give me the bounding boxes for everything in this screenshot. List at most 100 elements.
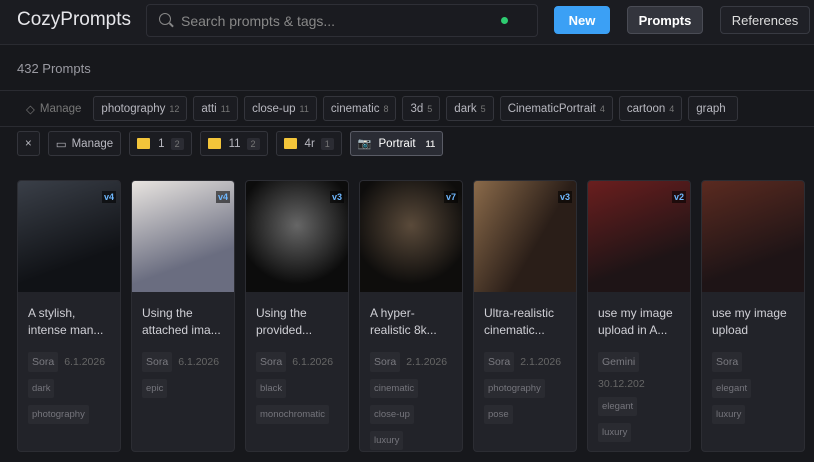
prompt-card[interactable]: v4 A stylish, intense man... Sora 6.1.2026 d… <box>17 180 121 452</box>
card-image[interactable]: v3 <box>474 181 576 292</box>
folder-icon <box>283 138 297 149</box>
folder-chip-portrait[interactable]: 📷 Portrait 11 <box>349 131 444 156</box>
tag-label: cinematic <box>330 102 380 115</box>
source-badge: Sora <box>256 352 287 372</box>
folder-chip[interactable]: 11 2 <box>199 131 268 156</box>
card-tag[interactable]: elegant <box>598 397 638 416</box>
tag-chip[interactable]: CinematicPortrait 4 <box>499 96 613 121</box>
card-tag[interactable]: luxury <box>598 423 632 442</box>
folder-chip[interactable]: 4r 1 <box>275 131 342 156</box>
card-tag[interactable]: luxury <box>712 405 746 424</box>
card-tag[interactable]: dark <box>28 379 55 398</box>
source-badge: Sora <box>712 352 743 372</box>
tag-label: close-up <box>252 102 296 115</box>
search-input[interactable] <box>181 11 481 31</box>
card-tag[interactable]: photography <box>28 405 89 424</box>
prompt-card[interactable]: v7 A hyper-realistic 8k... Sora 2.1.2026 cin… <box>359 180 463 452</box>
card-image[interactable]: v4 <box>18 181 120 292</box>
card-tag[interactable]: elegant <box>712 379 752 398</box>
app-logo[interactable]: CozyPrompts <box>17 9 131 31</box>
card-meta: Sora 6.1.2026 <box>18 352 120 372</box>
prompt-card[interactable]: v3 Ultra-realistic cinematic... Sora 2.1.20… <box>473 180 577 452</box>
card-meta: Sora 2.1.2026 <box>474 352 576 372</box>
folder-count: 1 <box>320 137 334 150</box>
card-title: A hyper-realistic 8k... <box>370 306 437 337</box>
prompts-button[interactable]: Prompts <box>627 6 703 34</box>
prompt-card[interactable]: v2 use my image upload in A... Gemini 30.12… <box>587 180 691 452</box>
tag-chip[interactable]: cinematic 8 <box>322 96 397 121</box>
references-button[interactable]: References <box>720 6 810 34</box>
card-date: 2.1.2026 <box>520 356 562 368</box>
tag-count: 8 <box>383 103 389 114</box>
card-meta: Sora 6.1.2026 <box>132 352 234 372</box>
card-tags: photography pose <box>474 372 576 424</box>
folder-bar: × ▭ Manage 1 2 11 2 4r 1 📷 Portrait 11 <box>0 131 814 156</box>
tag-icon: ◇ <box>26 103 35 116</box>
manage-tags-button[interactable]: ◇ Manage <box>20 96 87 121</box>
source-badge: Sora <box>28 352 59 372</box>
search-box[interactable] <box>146 4 538 37</box>
card-tags: black monochromatic <box>246 372 348 424</box>
source-badge: Sora <box>484 352 515 372</box>
tag-count: 4 <box>669 103 675 114</box>
prompt-count: 432 Prompts <box>17 61 91 76</box>
prompt-grid: v4 A stylish, intense man... Sora 6.1.2026 d… <box>17 180 807 452</box>
tag-chip[interactable]: 3d 5 <box>402 96 441 121</box>
card-title: Ultra-realistic cinematic... <box>484 306 555 337</box>
card-image[interactable]: v4 <box>132 181 234 292</box>
card-meta: Sora 6.1.2026 <box>246 352 348 372</box>
card-tag[interactable]: monochromatic <box>256 405 329 424</box>
card-title: use my image upload in A... <box>598 306 673 337</box>
version-badge: v3 <box>557 191 572 203</box>
camera-folder-icon: 📷 <box>357 138 372 150</box>
prompt-card[interactable]: use my image upload Sora elegant luxury <box>701 180 805 452</box>
tag-chip[interactable]: dark 5 <box>446 96 494 121</box>
card-meta: Sora 2.1.2026 <box>360 352 462 372</box>
card-tag[interactable]: black <box>256 379 287 398</box>
tag-chip[interactable]: graph <box>688 96 738 121</box>
card-image[interactable] <box>702 181 804 292</box>
card-tag[interactable]: luxury <box>370 431 404 450</box>
search-icon <box>159 13 171 25</box>
folder-label: 1 <box>158 137 165 150</box>
card-tags: epic <box>132 372 234 398</box>
manage-folders-button[interactable]: ▭ Manage <box>47 131 122 156</box>
card-title: use my image upload <box>712 306 787 337</box>
card-image[interactable]: v7 <box>360 181 462 292</box>
card-tag[interactable]: epic <box>142 379 168 398</box>
card-tag[interactable]: close-up <box>370 405 414 424</box>
folder-icon <box>207 138 221 149</box>
folder-count: 2 <box>170 137 184 150</box>
tag-chip[interactable]: cartoon 4 <box>618 96 683 121</box>
prompt-card[interactable]: v4 Using the attached ima... Sora 6.1.2026 e… <box>131 180 235 452</box>
card-tag[interactable]: pose <box>484 405 513 424</box>
version-badge: v2 <box>671 191 686 203</box>
card-image[interactable]: v3 <box>246 181 348 292</box>
card-title: A stylish, intense man... <box>28 306 104 337</box>
version-badge: v4 <box>215 191 230 203</box>
tag-chip[interactable]: close-up 11 <box>244 96 317 121</box>
card-image[interactable]: v2 <box>588 181 690 292</box>
tag-count: 4 <box>599 103 605 114</box>
tag-label: graph <box>696 102 726 115</box>
folder-chip[interactable]: 12 <box>129 131 192 156</box>
prompt-card[interactable]: v3 Using the provided... Sora 6.1.2026 black… <box>245 180 349 452</box>
card-tag[interactable]: photography <box>484 379 545 398</box>
tag-chip[interactable]: atti 11 <box>193 96 239 121</box>
card-tag[interactable]: cinematic <box>370 379 419 398</box>
folder-count: 11 <box>425 138 436 149</box>
tag-count: 11 <box>220 103 231 114</box>
clear-folder-button[interactable]: × <box>17 131 40 156</box>
tag-label: 3d <box>410 102 424 115</box>
card-date: 30.12.202 <box>598 378 645 390</box>
card-meta: Sora <box>702 352 804 372</box>
tag-chip[interactable]: photography 12 <box>93 96 188 121</box>
tag-count: 12 <box>169 103 180 114</box>
folder-label: 11 <box>228 137 241 150</box>
card-meta: Gemini 30.12.202 <box>588 352 690 390</box>
folder-count: 2 <box>246 137 260 150</box>
source-badge: Sora <box>142 352 173 372</box>
version-badge: v4 <box>101 191 116 203</box>
card-tags: elegant luxury <box>702 372 804 424</box>
new-button[interactable]: New <box>554 6 610 34</box>
